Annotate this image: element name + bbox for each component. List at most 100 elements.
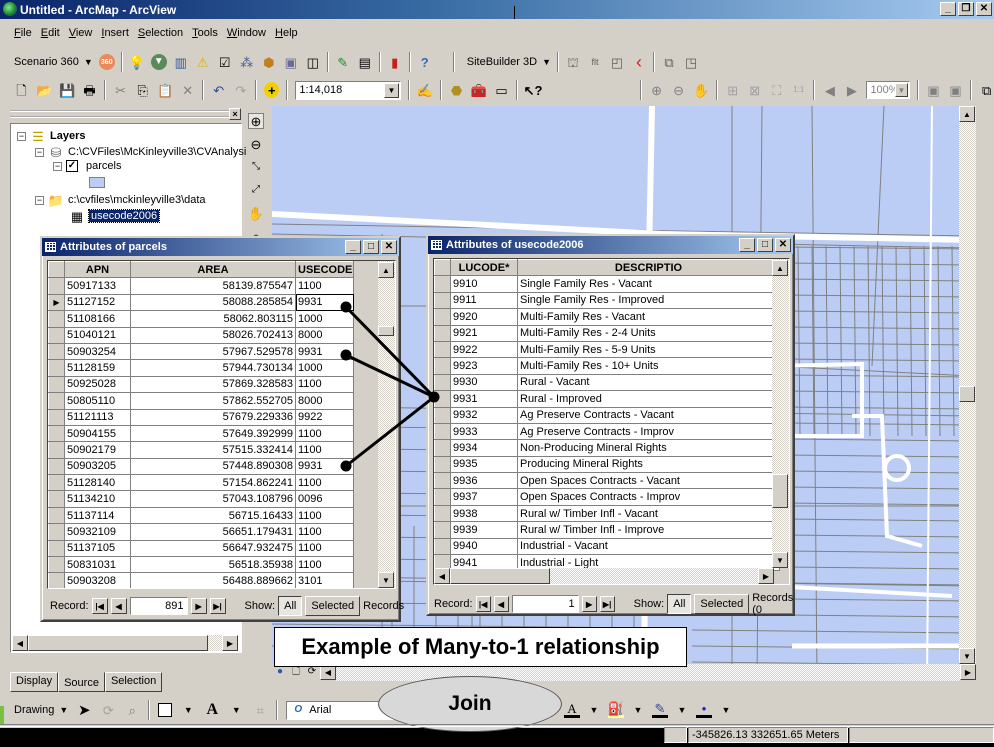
zoom-in-fixed-icon[interactable]: ⊞ xyxy=(725,82,740,98)
table-row[interactable]: 9921 Multi-Family Res - 2-4 Units xyxy=(434,324,780,342)
table-row[interactable]: 50903208 56488.889662 3101 xyxy=(48,572,379,588)
close-button[interactable]: ✕ xyxy=(775,238,791,252)
sb-flt-icon[interactable]: flt xyxy=(587,54,603,70)
scroll-thumb[interactable] xyxy=(959,386,975,402)
line-color-icon[interactable]: ✎ xyxy=(652,702,668,718)
row-selector[interactable] xyxy=(434,308,451,326)
table-row[interactable]: 51128159 57944.730134 1000 xyxy=(48,359,379,377)
rectangle-icon[interactable] xyxy=(158,703,173,717)
cell-usecode[interactable]: 9931 xyxy=(295,294,354,312)
table-row[interactable]: 50903254 57967.529578 9931 xyxy=(48,342,379,361)
chevron-down-icon[interactable]: ▼ xyxy=(630,702,646,718)
redo-icon[interactable]: ↷ xyxy=(233,82,248,98)
table-row[interactable]: 9932 Ag Preserve Contracts - Vacant xyxy=(434,406,780,424)
zoom-100-icon[interactable]: 1:1 xyxy=(791,82,806,98)
map-vscrollbar[interactable]: ▲ ▼ xyxy=(959,106,976,664)
cell-lucode[interactable]: 9938 xyxy=(450,505,518,523)
table-row[interactable]: 50925028 57869.328583 1100 xyxy=(48,375,379,394)
cell-usecode[interactable]: 8000 xyxy=(295,327,354,344)
zoom-out-fixed-icon[interactable]: ⊠ xyxy=(747,82,762,98)
cell-area[interactable]: 57862.552705 xyxy=(130,392,296,410)
cell-usecode[interactable]: 9931 xyxy=(295,343,354,361)
arctoolbox-icon[interactable]: ⬣ xyxy=(449,82,464,98)
chevron-down-icon[interactable]: ▼ xyxy=(383,82,399,98)
row-selector[interactable] xyxy=(434,537,451,556)
column-header-area[interactable]: AREA xyxy=(130,261,296,279)
row-selector[interactable] xyxy=(48,490,65,508)
delete-icon[interactable]: ✕ xyxy=(180,82,195,98)
show-selected-button[interactable]: Selected xyxy=(694,594,750,614)
row-selector[interactable] xyxy=(48,572,65,588)
cell-area[interactable]: 56518.35938 xyxy=(130,556,296,574)
cell-apn[interactable]: 50932109 xyxy=(64,523,131,541)
row-header-corner[interactable] xyxy=(434,259,451,277)
table-row[interactable]: 9933 Ag Preserve Contracts - Improv xyxy=(434,422,780,441)
table-row[interactable]: 50805110 57862.552705 8000 xyxy=(48,392,379,410)
row-selector[interactable] xyxy=(48,326,65,344)
cut-icon[interactable]: ✂ xyxy=(113,82,128,98)
cell-apn[interactable]: 51040121 xyxy=(64,327,131,344)
cell-area[interactable]: 58026.702413 xyxy=(130,327,296,344)
cell-lucode[interactable]: 9910 xyxy=(450,275,518,293)
scroll-thumb[interactable] xyxy=(378,326,394,336)
cell-descriptio[interactable]: Rural w/ Timber Infl - Improve xyxy=(517,521,780,539)
cell-descriptio[interactable]: Rural - Vacant xyxy=(517,374,780,392)
show-selected-button[interactable]: Selected xyxy=(305,596,361,616)
layout-icon[interactable]: ◫ xyxy=(305,54,321,70)
row-selector[interactable] xyxy=(434,291,451,310)
minimize-button[interactable]: _ xyxy=(739,238,755,252)
cell-descriptio[interactable]: Multi-Family Res - Vacant xyxy=(517,308,780,326)
cell-descriptio[interactable]: Rural - Improved xyxy=(517,390,780,408)
cell-lucode[interactable]: 9921 xyxy=(450,325,518,342)
cell-area[interactable]: 57043.108796 xyxy=(130,490,296,508)
add-data-icon[interactable]: + xyxy=(264,82,280,98)
box-icon[interactable]: ⬢ xyxy=(261,54,277,70)
row-selector[interactable] xyxy=(48,474,65,492)
cell-lucode[interactable]: 9920 xyxy=(450,308,518,326)
scroll-left-icon[interactable]: ◀ xyxy=(12,635,28,651)
cell-descriptio[interactable]: Multi-Family Res - 2-4 Units xyxy=(517,325,780,342)
table-row[interactable]: 51128140 57154.862241 1100 xyxy=(48,474,379,492)
table-row[interactable]: 9920 Multi-Family Res - Vacant xyxy=(434,308,780,326)
save-icon[interactable]: 💾 xyxy=(59,82,75,98)
cell-apn[interactable]: 51127152 xyxy=(64,294,131,312)
cell-usecode[interactable]: 1100 xyxy=(295,474,354,492)
layout-pan-icon[interactable]: ✋ xyxy=(693,82,709,98)
toc-item-database[interactable]: − ⛁ C:\CVFiles\McKinleyville3\CVAnalysi xyxy=(35,144,246,160)
first-record-icon[interactable]: |◀ xyxy=(91,598,108,614)
cell-apn[interactable]: 50903205 xyxy=(64,458,131,476)
chart-icon[interactable]: ▥ xyxy=(173,54,189,70)
cell-apn[interactable]: 51137114 xyxy=(64,507,131,525)
new-text-icon[interactable]: A xyxy=(204,702,220,718)
table-row[interactable]: 9937 Open Spaces Contracts - Improv xyxy=(434,488,780,506)
toc-root-layers[interactable]: − ☰ Layers xyxy=(17,128,85,144)
sb-export-icon[interactable]: ⧉ xyxy=(661,54,677,70)
row-selector[interactable]: ▶ xyxy=(48,293,65,312)
cell-apn[interactable]: 51137105 xyxy=(64,540,131,558)
show-all-button[interactable]: All xyxy=(278,596,303,616)
cell-apn[interactable]: 51128159 xyxy=(64,359,131,377)
scroll-thumb[interactable] xyxy=(28,635,208,651)
cell-descriptio[interactable]: Open Spaces Contracts - Vacant xyxy=(517,472,780,490)
cell-lucode[interactable]: 9937 xyxy=(450,488,518,506)
hierarchy-icon[interactable]: ⁂ xyxy=(239,54,255,70)
show-all-button[interactable]: All xyxy=(667,594,692,614)
help-icon[interactable]: ? xyxy=(417,54,433,70)
toolbox-icon[interactable]: 🧰 xyxy=(471,82,487,98)
chevron-down-icon[interactable]: ▼ xyxy=(674,702,690,718)
row-selector[interactable] xyxy=(48,392,65,410)
first-record-icon[interactable]: |◀ xyxy=(475,596,491,612)
cell-usecode[interactable]: 1100 xyxy=(295,540,354,558)
image-icon[interactable]: ▣ xyxy=(283,54,299,70)
tab-display[interactable]: Display xyxy=(10,672,59,692)
editor-icon[interactable]: ✍ xyxy=(417,82,433,98)
row-selector[interactable] xyxy=(48,342,65,361)
fixed-zoom-in-icon[interactable]: ⤡ xyxy=(248,159,264,175)
scroll-thumb[interactable] xyxy=(772,474,788,508)
close-button[interactable]: ✕ xyxy=(381,240,397,254)
toc-item-usecode2006[interactable]: ▦ usecode2006 xyxy=(69,208,161,224)
cell-lucode[interactable]: 9930 xyxy=(450,374,518,392)
table-row[interactable]: 51121113 57679.229336 9922 xyxy=(48,408,379,426)
row-selector[interactable] xyxy=(48,277,65,295)
focus-frame-icon[interactable]: ▣ xyxy=(948,82,963,98)
